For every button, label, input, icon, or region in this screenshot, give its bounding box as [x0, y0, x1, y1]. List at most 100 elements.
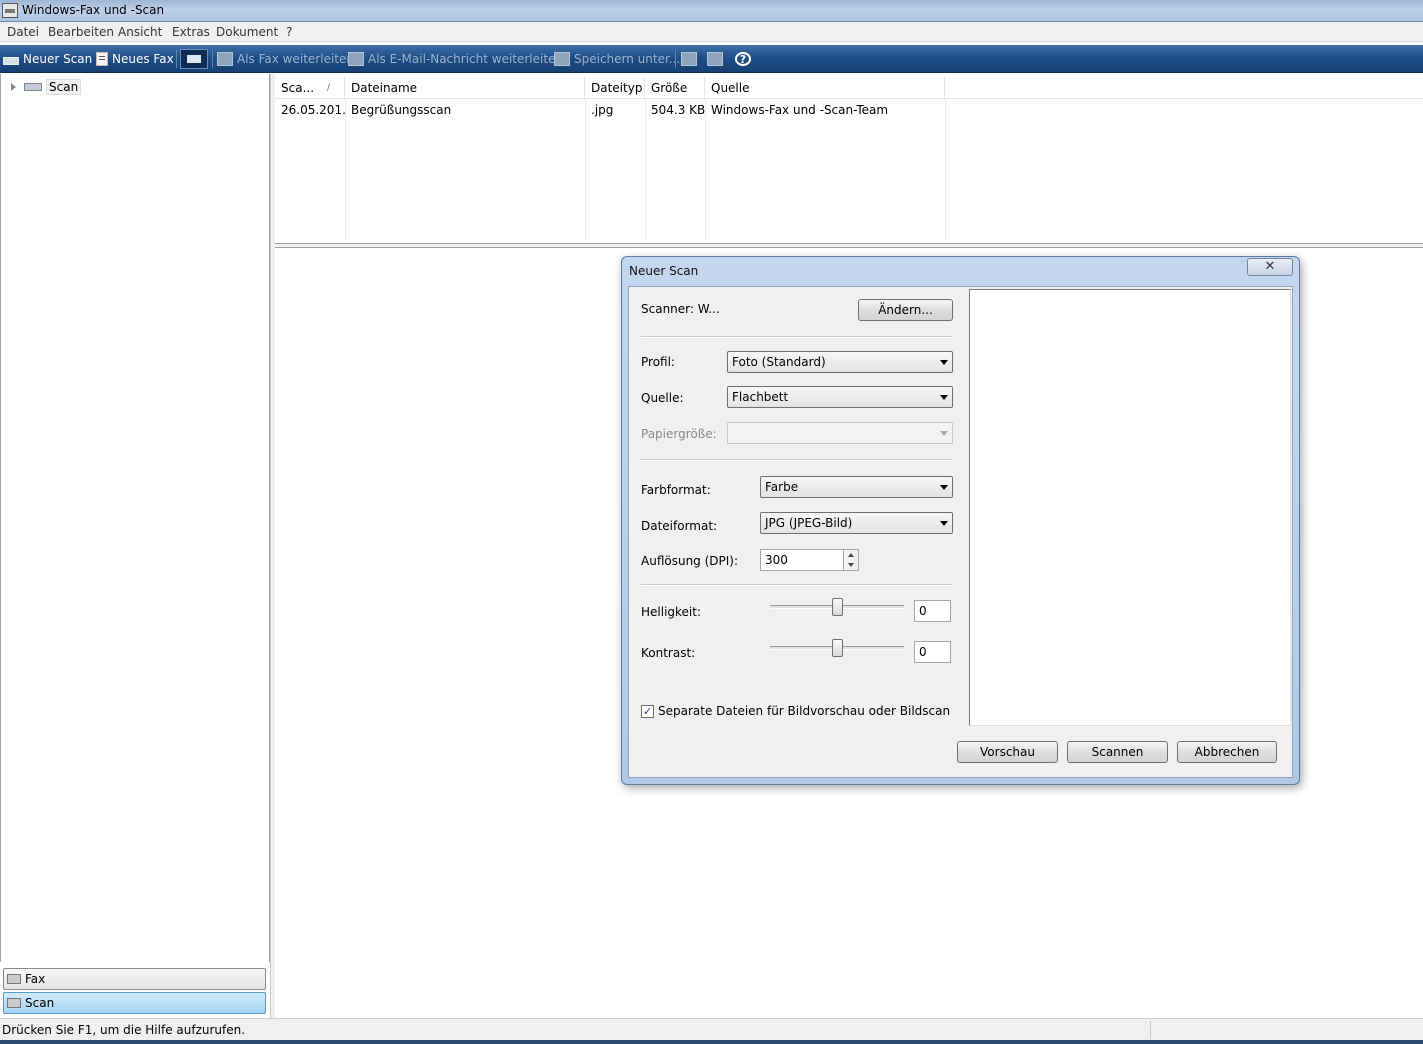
- menu-dokument[interactable]: Dokument: [216, 25, 278, 39]
- new-fax-button[interactable]: Neues Fax: [96, 50, 174, 68]
- contrast-label: Kontrast:: [641, 646, 696, 660]
- column-header-source[interactable]: Quelle: [705, 77, 945, 99]
- scan-button[interactable]: Scannen: [1067, 741, 1168, 763]
- menu-help[interactable]: ?: [286, 25, 292, 39]
- file-format-select[interactable]: JPG (JPEG-Bild): [760, 512, 953, 534]
- taskbar-edge: [0, 1040, 1423, 1044]
- dropdown-arrow-icon: [940, 431, 948, 436]
- new-scan-dialog: Neuer Scan ✕ Scanner: W... Ändern... Pro…: [621, 256, 1300, 785]
- scanner-label: Scanner: W...: [641, 302, 720, 316]
- forward-email-button[interactable]: Als E-Mail-Nachricht weiterleiten: [348, 50, 563, 68]
- email-icon: [348, 52, 364, 66]
- column-header-filetype[interactable]: Dateityp: [585, 77, 645, 99]
- resolution-label: Auflösung (DPI):: [641, 554, 739, 568]
- column-divider: [345, 99, 346, 242]
- sort-indicator-icon: /: [327, 83, 331, 93]
- separate-files-checkbox[interactable]: ✓: [641, 705, 654, 718]
- paper-size-label: Papiergröße:: [641, 427, 717, 441]
- toolbar-separator: [212, 50, 213, 68]
- contrast-slider-thumb[interactable]: [832, 639, 843, 657]
- dialog-close-button[interactable]: ✕: [1247, 258, 1293, 276]
- forward-fax-label: Als Fax weiterleiten: [237, 52, 354, 66]
- close-icon: ✕: [1264, 259, 1276, 274]
- dialog-body: Scanner: W... Ändern... Profil: Foto (St…: [628, 286, 1293, 778]
- brightness-slider-thumb[interactable]: [832, 598, 843, 616]
- spin-up-icon[interactable]: [848, 553, 854, 557]
- save-as-button[interactable]: Speichern unter...: [554, 50, 680, 68]
- color-format-value: Farbe: [765, 480, 799, 494]
- fax-scan-app-icon: [2, 3, 18, 18]
- menu-ansicht[interactable]: Ansicht: [118, 25, 162, 39]
- contrast-input[interactable]: 0: [914, 641, 951, 663]
- cell-source: Windows-Fax und -Scan-Team: [711, 103, 889, 117]
- status-separator: [1150, 1021, 1151, 1039]
- nav-button-scan[interactable]: Scan: [3, 992, 266, 1014]
- dropdown-arrow-icon: [940, 360, 948, 365]
- status-text: Drücken Sie F1, um die Hilfe aufzurufen.: [2, 1023, 246, 1037]
- section-divider: [641, 336, 952, 338]
- new-scan-label: Neuer Scan: [23, 52, 93, 66]
- cell-filename: Begrüßungsscan: [351, 103, 452, 117]
- brightness-input[interactable]: 0: [914, 600, 951, 622]
- column-header-filename[interactable]: Dateiname: [345, 77, 585, 99]
- dialog-title: Neuer Scan: [629, 264, 699, 278]
- forward-fax-button[interactable]: Als Fax weiterleiten: [217, 50, 354, 68]
- printer-icon: [681, 52, 697, 66]
- expand-arrow-icon[interactable]: [11, 83, 16, 91]
- scanner-icon: [3, 56, 19, 65]
- cancel-button[interactable]: Abbrechen: [1177, 741, 1277, 763]
- tree-item-label: Scan: [46, 79, 82, 95]
- toolbar-separator: [675, 50, 676, 68]
- nav-button-fax[interactable]: Fax: [3, 968, 266, 990]
- resolution-input[interactable]: 300: [760, 549, 844, 571]
- help-icon: ?: [735, 52, 751, 66]
- source-select[interactable]: Flachbett: [727, 386, 953, 408]
- new-scan-button[interactable]: Neuer Scan: [3, 50, 92, 68]
- section-divider: [641, 584, 952, 586]
- color-format-select[interactable]: Farbe: [760, 476, 953, 498]
- fax-document-icon: [96, 52, 108, 66]
- column-date-label: Sca...: [281, 81, 315, 95]
- help-button[interactable]: ?: [735, 50, 755, 68]
- tree-item-scan[interactable]: Scan: [11, 78, 82, 96]
- preview-button[interactable]: Vorschau: [957, 741, 1058, 763]
- column-header-size[interactable]: Größe: [645, 77, 705, 99]
- new-fax-label: Neues Fax: [112, 52, 174, 66]
- nav-fax-label: Fax: [25, 972, 46, 986]
- scanner-icon: [24, 83, 42, 91]
- color-format-label: Farbformat:: [641, 483, 711, 497]
- table-row[interactable]: 26.05.201... Begrüßungsscan .jpg 504.3 K…: [275, 101, 1423, 119]
- spin-down-icon[interactable]: [848, 563, 854, 567]
- source-value: Flachbett: [732, 390, 789, 404]
- profile-value: Foto (Standard): [732, 355, 826, 369]
- column-divider: [705, 99, 706, 242]
- resolution-spinner[interactable]: [843, 549, 859, 571]
- document-list: Sca... / Dateiname Dateityp Größe Quelle…: [275, 74, 1423, 244]
- window-title: Windows-Fax und -Scan: [22, 3, 165, 17]
- dropdown-arrow-icon: [940, 485, 948, 490]
- profile-select[interactable]: Foto (Standard): [727, 351, 953, 373]
- menu-datei[interactable]: Datei: [7, 25, 39, 39]
- file-format-value: JPG (JPEG-Bild): [765, 516, 853, 530]
- column-divider: [585, 99, 586, 242]
- column-divider: [645, 99, 646, 242]
- change-scanner-button[interactable]: Ändern...: [858, 299, 953, 321]
- dropdown-arrow-icon: [940, 521, 948, 526]
- menu-bar: Datei Bearbeiten Ansicht Extras Dokument…: [0, 22, 1423, 42]
- toolbar: Neuer Scan Neues Fax Als Fax weiterleite…: [0, 45, 1423, 73]
- view-toggle-button[interactable]: [180, 49, 208, 69]
- menu-extras[interactable]: Extras: [172, 25, 210, 39]
- scan-preview-box: [969, 289, 1291, 726]
- profile-label: Profil:: [641, 355, 675, 369]
- menu-bearbeiten[interactable]: Bearbeiten: [48, 25, 114, 39]
- folder-tree: Scan: [0, 74, 270, 962]
- paper-size-select[interactable]: [727, 422, 953, 444]
- delete-button[interactable]: [707, 50, 727, 68]
- delete-icon: [707, 52, 723, 66]
- scanner-icon: [7, 998, 21, 1008]
- print-button[interactable]: [681, 50, 701, 68]
- window-titlebar[interactable]: Windows-Fax und -Scan: [0, 0, 1423, 22]
- column-header-date[interactable]: Sca... /: [275, 77, 345, 99]
- source-label: Quelle:: [641, 391, 684, 405]
- save-disk-icon: [554, 52, 570, 66]
